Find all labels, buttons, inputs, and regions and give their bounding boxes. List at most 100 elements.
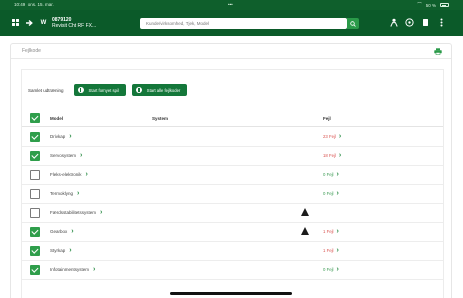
status-date: ons. 15. mar. (27, 2, 54, 7)
panel-title: Fejlkode (22, 48, 41, 54)
chevron-right-icon: › (336, 190, 339, 197)
row-fault-link[interactable]: 0 Fejl › (323, 171, 339, 178)
chevron-right-icon: › (336, 266, 339, 273)
battery-percent: 50 % (425, 2, 436, 8)
account-info[interactable]: 0879120 Revisit Cht RF FX... (52, 17, 96, 29)
row-fault-count: 0 Fejl (323, 172, 334, 177)
bulk-actions-label: Samlet udtræning (28, 87, 64, 93)
row-checkbox[interactable] (30, 151, 40, 161)
row-model-name: Gearbox (50, 229, 68, 234)
row-checkbox[interactable] (30, 189, 40, 199)
row-fault-count: 18 Fejl (323, 153, 336, 158)
chevron-right-icon: › (336, 247, 339, 254)
account-badge: W (40, 19, 47, 26)
table-row[interactable]: Styrkap › 1 Fejl › (22, 242, 443, 261)
header-fault: Fejl (323, 116, 331, 121)
row-fault-count: 1 Fejl (323, 248, 334, 253)
table-row[interactable]: Termoklyng › 0 Fejl › (22, 185, 443, 204)
row-model-link[interactable]: Termoklyng › (50, 190, 80, 197)
table-row[interactable]: Gearbox › 1 Fejl › (22, 223, 443, 242)
row-fault-count: 1 Fejl (323, 229, 334, 234)
grid-icon[interactable] (10, 17, 21, 28)
search-icon (350, 20, 356, 27)
start-all-faults-label: Start alle fejlkoder (146, 87, 181, 93)
chevron-right-icon: › (71, 228, 74, 235)
document-icon[interactable] (420, 17, 431, 28)
row-model-name: Infotainmentsystem (50, 267, 90, 272)
search-input[interactable] (140, 18, 347, 29)
row-checkbox[interactable] (30, 132, 40, 142)
row-fault-count: 0 Fejl (323, 191, 334, 196)
row-model-name: Færdsstabilitetssystem (50, 210, 97, 215)
row-model-link[interactable]: Fleks-elektronik › (50, 171, 88, 178)
fault-table-card: Samlet udtræning Start fornyet spil Star… (21, 69, 444, 298)
table-row[interactable]: Fleks-elektronik › 0 Fejl › (22, 166, 443, 185)
chevron-right-icon: › (77, 190, 80, 197)
account-name: Revisit Cht RF FX... (52, 23, 97, 29)
row-model-name: Fleks-elektronik (50, 172, 82, 177)
info-icon (77, 87, 84, 93)
row-checkbox[interactable] (30, 170, 40, 180)
chevron-right-icon: › (93, 266, 96, 273)
info-icon (135, 87, 142, 93)
bulk-actions: Samlet udtræning Start fornyet spil Star… (28, 84, 193, 96)
row-model-name: Drivkap (50, 134, 66, 139)
start-renewed-button[interactable]: Start fornyet spil (73, 84, 126, 96)
row-checkbox[interactable] (30, 246, 40, 256)
table-header: Model System Fejl (22, 110, 443, 127)
battery-icon (440, 3, 449, 7)
row-model-name: Termoklyng (50, 191, 74, 196)
row-model-link[interactable]: Styrkap › (50, 247, 72, 254)
home-indicator[interactable] (170, 292, 292, 295)
row-fault-link[interactable]: 0 Fejl › (323, 190, 339, 197)
row-model-link[interactable]: Infotainmentsystem › (50, 266, 96, 273)
row-model-name: Servosystem (50, 153, 77, 158)
row-checkbox[interactable] (30, 265, 40, 275)
arrow-icon[interactable] (24, 17, 35, 28)
app-window: 10:49 ons. 15. mar. ••• ⌒ 50 % W 0879120… (0, 0, 463, 298)
chevron-right-icon: › (100, 209, 103, 216)
row-fault-link[interactable]: 1 Fejl › (323, 247, 339, 254)
row-model-link[interactable]: Drivkap › (50, 133, 72, 140)
row-model-link[interactable]: Servosystem › (50, 152, 82, 159)
chevron-right-icon: › (336, 228, 339, 235)
chevron-right-icon: › (338, 152, 342, 159)
chevron-right-icon: › (338, 133, 342, 140)
row-fault-count: 0 Fejl (323, 267, 334, 272)
table-row[interactable]: Færdsstabilitetssystem › (22, 204, 443, 223)
menu-dots-icon[interactable] (436, 17, 447, 28)
row-fault-link[interactable]: 23 Fejl › (323, 133, 342, 140)
status-bar: 10:49 ons. 15. mar. ••• ⌒ 50 % (0, 0, 463, 10)
top-toolbar: W 0879120 Revisit Cht RF FX... (0, 10, 463, 36)
chevron-right-icon: › (69, 133, 72, 140)
table-row[interactable]: Drivkap › 23 Fejl › (22, 128, 443, 147)
row-checkbox[interactable] (30, 208, 40, 218)
start-all-faults-button[interactable]: Start alle fejlkoder (131, 84, 188, 96)
fault-panel: Fejlkode Samlet udtræning Start fornyet … (10, 43, 452, 298)
help-icon[interactable] (404, 17, 415, 28)
row-model-name: Styrkap (50, 248, 66, 253)
status-right: ⌒ 50 % (417, 2, 449, 8)
table-row[interactable]: Servosystem › 18 Fejl › (22, 147, 443, 166)
warning-icon (301, 227, 309, 235)
status-dots: ••• (228, 2, 233, 7)
row-fault-link[interactable]: 1 Fejl › (323, 228, 339, 235)
row-checkbox[interactable] (30, 227, 40, 237)
row-fault-link[interactable]: 0 Fejl › (323, 266, 339, 273)
person-icon[interactable] (388, 17, 399, 28)
select-all-checkbox[interactable] (30, 113, 40, 123)
row-fault-link[interactable]: 18 Fejl › (323, 152, 342, 159)
chevron-right-icon: › (69, 247, 72, 254)
status-time-date: 10:49 ons. 15. mar. (14, 2, 54, 7)
header-system: System (152, 116, 169, 121)
status-time: 10:49 (14, 2, 26, 7)
row-model-link[interactable]: Færdsstabilitetssystem › (50, 209, 103, 216)
printer-icon[interactable] (434, 48, 442, 55)
wifi-icon: ⌒ (417, 2, 422, 7)
chevron-right-icon: › (336, 171, 339, 178)
search-button[interactable] (347, 18, 359, 29)
chevron-right-icon: › (85, 171, 88, 178)
row-model-link[interactable]: Gearbox › (50, 228, 74, 235)
table-row[interactable]: Infotainmentsystem › 0 Fejl › (22, 261, 443, 280)
warning-icon (301, 208, 309, 216)
